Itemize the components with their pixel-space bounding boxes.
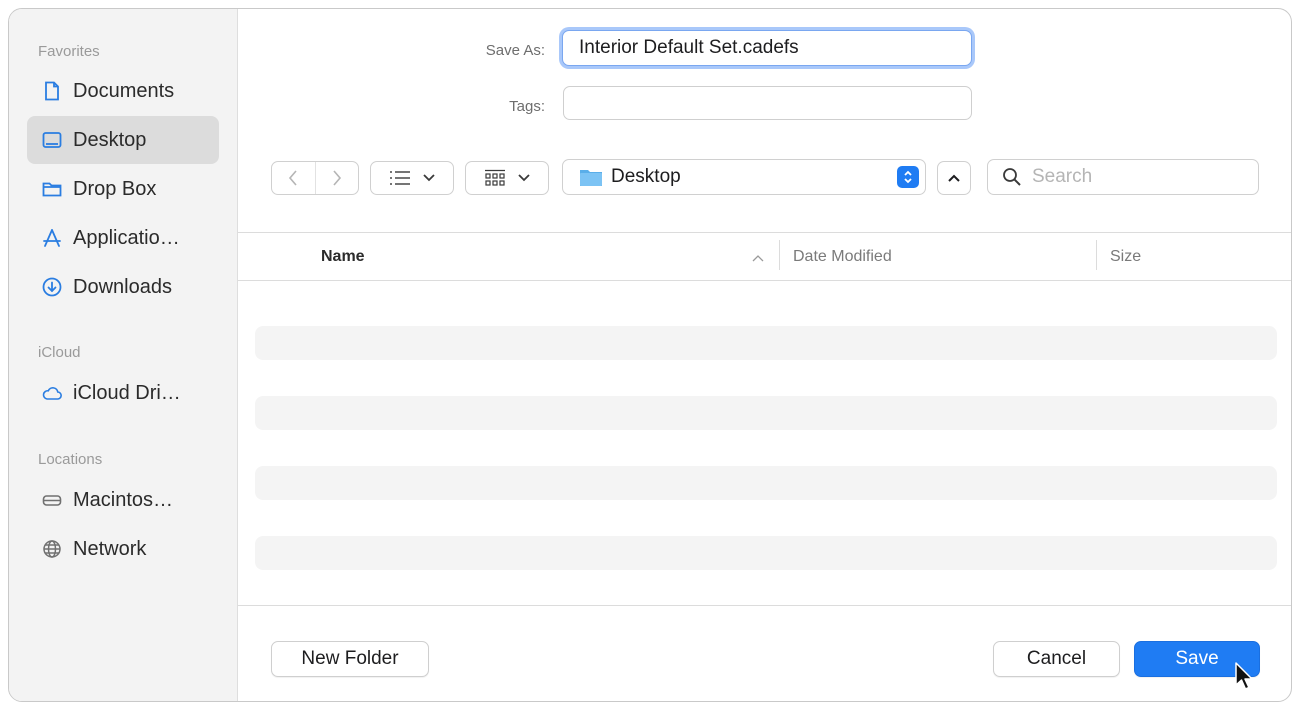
search-placeholder: Search bbox=[1032, 166, 1093, 187]
sidebar-item-macintosh-hd[interactable]: Macintos… bbox=[27, 476, 219, 524]
table-row bbox=[255, 326, 1277, 360]
save-as-field[interactable]: Interior Default Set.cadefs bbox=[562, 30, 972, 66]
table-row bbox=[255, 536, 1277, 570]
sidebar-item-label: iCloud Dri… bbox=[73, 381, 181, 404]
applications-icon bbox=[41, 227, 63, 249]
search-icon bbox=[1003, 168, 1021, 186]
footer-divider bbox=[238, 605, 1291, 606]
list-view-icon bbox=[390, 171, 410, 185]
header-divider bbox=[238, 280, 1291, 281]
disk-icon bbox=[41, 489, 63, 511]
up-directory-button[interactable] bbox=[937, 161, 971, 195]
chevron-left-icon bbox=[289, 170, 297, 186]
chevron-right-icon bbox=[333, 170, 341, 186]
column-header-name[interactable]: Name bbox=[321, 248, 365, 266]
location-popup[interactable]: Desktop bbox=[562, 159, 926, 195]
column-divider bbox=[1096, 240, 1097, 270]
sidebar-item-label: Documents bbox=[73, 79, 175, 102]
grid-icon bbox=[485, 169, 505, 186]
sidebar: Favorites Documents Desktop Drop Box App… bbox=[9, 9, 238, 701]
column-divider bbox=[779, 240, 780, 270]
sidebar-item-applications[interactable]: Applicatio… bbox=[27, 214, 219, 262]
desktop-icon bbox=[41, 129, 63, 151]
sidebar-item-label: Drop Box bbox=[73, 177, 157, 200]
new-folder-button[interactable]: New Folder bbox=[271, 641, 429, 677]
sidebar-item-drop-box[interactable]: Drop Box bbox=[27, 165, 219, 213]
section-title-icloud: iCloud bbox=[38, 344, 81, 361]
sidebar-item-label: Macintos… bbox=[73, 488, 174, 511]
table-top-divider bbox=[238, 232, 1291, 233]
cloud-icon bbox=[41, 382, 63, 404]
document-icon bbox=[41, 80, 63, 102]
section-title-locations: Locations bbox=[38, 451, 103, 468]
save-as-label: Save As: bbox=[485, 42, 545, 59]
back-forward-buttons bbox=[271, 161, 359, 195]
forward-button[interactable] bbox=[316, 162, 359, 194]
sidebar-item-downloads[interactable]: Downloads bbox=[27, 263, 219, 311]
cancel-button[interactable]: Cancel bbox=[993, 641, 1120, 677]
back-button[interactable] bbox=[272, 162, 316, 194]
search-field[interactable]: Search bbox=[987, 159, 1259, 195]
save-dialog: Favorites Documents Desktop Drop Box App… bbox=[8, 8, 1292, 702]
sidebar-item-network[interactable]: Network bbox=[27, 525, 219, 573]
chevron-down-icon bbox=[423, 174, 435, 182]
column-header-date-modified[interactable]: Date Modified bbox=[793, 248, 892, 266]
globe-icon bbox=[41, 538, 63, 560]
sidebar-item-label: Downloads bbox=[73, 275, 172, 298]
sidebar-item-documents[interactable]: Documents bbox=[27, 67, 219, 115]
tags-field[interactable] bbox=[563, 86, 972, 120]
downloads-icon bbox=[41, 276, 63, 298]
folder-icon bbox=[580, 170, 602, 186]
table-row bbox=[255, 396, 1277, 430]
sort-ascending-icon bbox=[752, 255, 764, 262]
cursor-icon bbox=[1235, 662, 1253, 690]
view-mode-button[interactable] bbox=[370, 161, 454, 195]
column-header-size[interactable]: Size bbox=[1110, 248, 1141, 266]
sidebar-item-icloud-drive[interactable]: iCloud Dri… bbox=[27, 369, 219, 417]
sidebar-item-label: Desktop bbox=[73, 128, 147, 151]
group-by-button[interactable] bbox=[465, 161, 549, 195]
folder-icon bbox=[41, 178, 63, 200]
table-row bbox=[255, 466, 1277, 500]
chevron-down-icon bbox=[518, 174, 530, 182]
tags-label: Tags: bbox=[509, 98, 545, 115]
sidebar-item-desktop[interactable]: Desktop bbox=[27, 116, 219, 164]
location-label: Desktop bbox=[611, 166, 681, 187]
sidebar-item-label: Applicatio… bbox=[73, 226, 180, 249]
popup-stepper-icon bbox=[897, 166, 919, 188]
section-title-favorites: Favorites bbox=[38, 43, 100, 60]
chevron-up-icon bbox=[948, 174, 960, 182]
sidebar-item-label: Network bbox=[73, 537, 147, 560]
